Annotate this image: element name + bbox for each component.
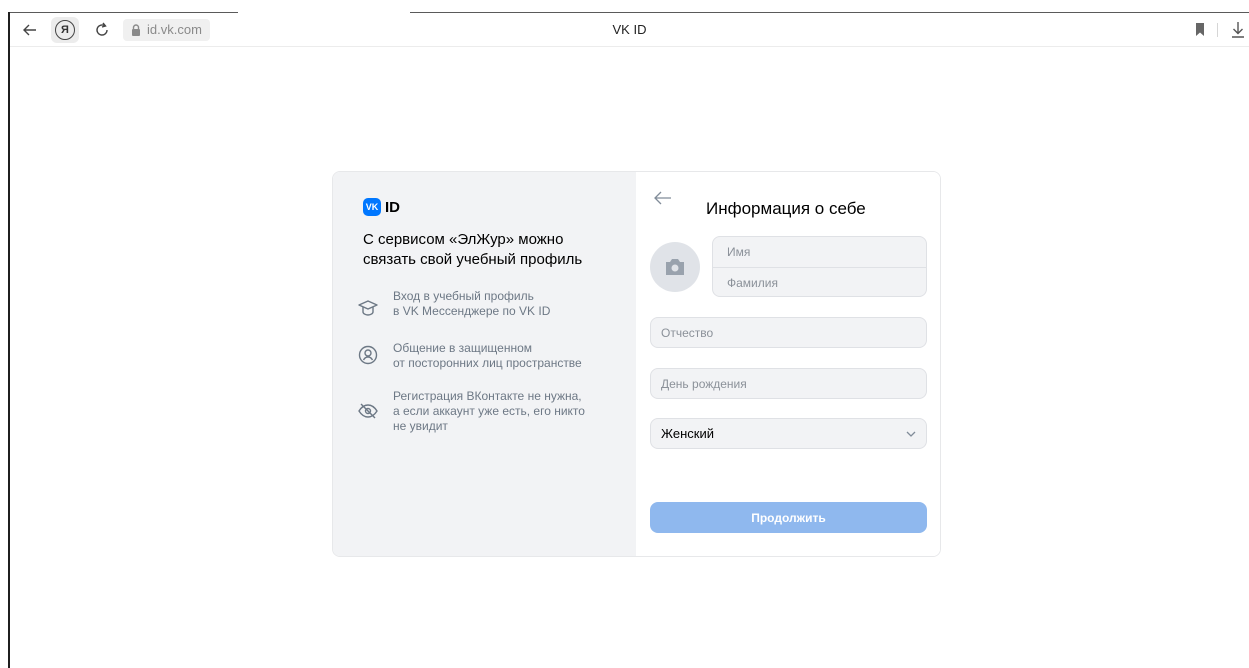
tab-title: VK ID (612, 22, 647, 37)
name-fields-group (712, 236, 927, 297)
download-icon[interactable] (1231, 21, 1245, 38)
vk-id-logo: VK ID (363, 198, 400, 216)
browser-toolbar: Я id.vk.com VK ID (10, 13, 1249, 47)
promo-panel: VK ID С сервисом «ЭлЖур» можно связать с… (333, 172, 636, 556)
toolbar-separator (1217, 23, 1218, 37)
continue-button[interactable]: Продолжить (650, 502, 927, 533)
logo-id-text: ID (385, 198, 400, 216)
profile-form: Информация о себе Женский Продолжить (636, 172, 940, 556)
window-edge (8, 12, 10, 668)
chevron-down-icon (906, 431, 916, 437)
promo-title: С сервисом «ЭлЖур» можно связать свой уч… (363, 231, 583, 268)
feature-text: Регистрация ВКонтакте не нужна, а если а… (393, 389, 585, 433)
feature-text: Общение в защищенном от посторонних лиц … (393, 341, 582, 370)
vk-logo-icon: VK (363, 198, 381, 216)
eye-off-icon (358, 403, 378, 419)
gender-select[interactable]: Женский (650, 418, 927, 449)
first-name-input[interactable] (713, 237, 926, 267)
vk-id-card: VK ID С сервисом «ЭлЖур» можно связать с… (332, 171, 941, 557)
bookmark-icon[interactable] (1195, 23, 1205, 36)
feature-text: Вход в учебный профиль в VK Мессенджере … (393, 289, 551, 318)
back-arrow-icon[interactable] (653, 189, 673, 207)
form-title: Информация о себе (706, 199, 866, 218)
avatar-upload[interactable] (650, 242, 700, 292)
camera-icon (666, 259, 684, 275)
birthday-input[interactable] (650, 368, 927, 399)
gender-value: Женский (661, 426, 714, 441)
patronymic-input[interactable] (650, 317, 927, 348)
last-name-input[interactable] (713, 267, 926, 296)
graduation-cap-icon (358, 300, 378, 316)
user-circle-icon (358, 345, 378, 365)
browser-window: Я id.vk.com VK ID VK ID С сервисом «ЭлЖу… (0, 0, 1249, 668)
